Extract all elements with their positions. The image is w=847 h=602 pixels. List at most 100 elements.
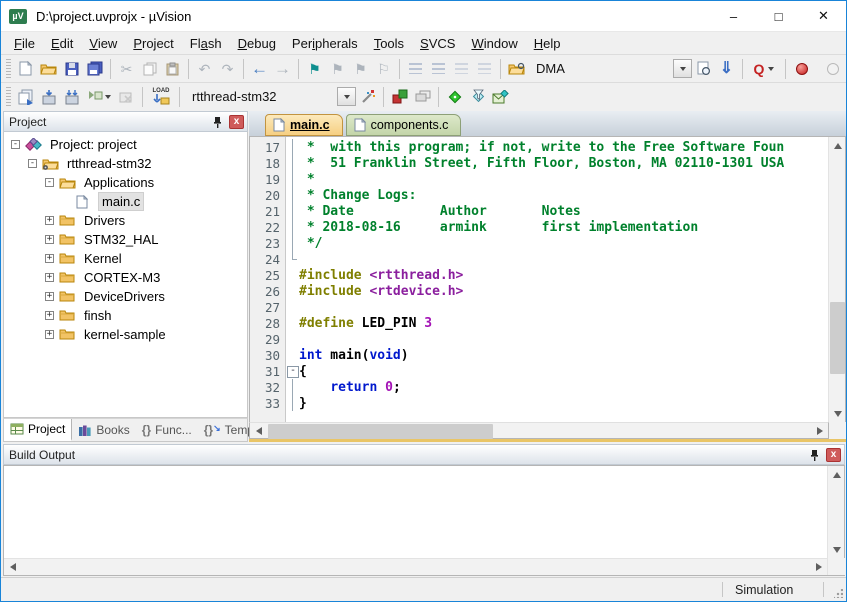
code-line[interactable]: 23 */ bbox=[250, 235, 828, 251]
scroll-left-icon[interactable] bbox=[250, 422, 267, 439]
indent-button[interactable] bbox=[404, 57, 427, 80]
maximize-button[interactable]: □ bbox=[756, 1, 801, 31]
file-extensions-button[interactable] bbox=[411, 85, 434, 108]
expand-icon[interactable]: + bbox=[45, 311, 54, 320]
collapse-icon[interactable]: - bbox=[11, 140, 20, 149]
tree-item-project-project[interactable]: -Project: project bbox=[4, 135, 247, 154]
menu-item-flash[interactable]: Flash bbox=[182, 34, 230, 53]
scroll-down-icon[interactable] bbox=[828, 541, 845, 558]
paste-button[interactable] bbox=[161, 57, 184, 80]
stop-build-button[interactable] bbox=[115, 85, 138, 108]
scroll-right-icon[interactable] bbox=[810, 559, 827, 576]
tree-item-devicedrivers[interactable]: +DeviceDrivers bbox=[4, 287, 247, 306]
menu-item-edit[interactable]: Edit bbox=[43, 34, 81, 53]
code-editor[interactable]: 17 * with this program; if not, write to… bbox=[250, 137, 828, 422]
code-line[interactable]: 33} bbox=[250, 395, 828, 411]
tree-item-applications[interactable]: -Applications bbox=[4, 173, 247, 192]
clear-bookmarks-button[interactable]: ⚐ bbox=[372, 57, 395, 80]
disable-breakpoint-button[interactable] bbox=[821, 57, 844, 80]
menu-item-window[interactable]: Window bbox=[463, 34, 525, 53]
find-in-files-folder-icon[interactable] bbox=[505, 57, 528, 80]
pin-icon[interactable] bbox=[809, 448, 821, 461]
code-line[interactable]: 24 bbox=[250, 251, 828, 267]
build-output-vertical-scrollbar[interactable] bbox=[827, 466, 844, 575]
code-line[interactable]: 22 * 2018-08-16 armink first implementat… bbox=[250, 219, 828, 235]
build-output-close-icon[interactable]: x bbox=[826, 448, 841, 462]
navigate-forward-button[interactable]: → bbox=[271, 57, 294, 80]
minimize-button[interactable]: – bbox=[711, 1, 756, 31]
toggle-bookmark-button[interactable]: ⚑ bbox=[303, 57, 326, 80]
scroll-left-icon[interactable] bbox=[4, 559, 21, 576]
build-button[interactable] bbox=[37, 85, 60, 108]
scroll-right-icon[interactable] bbox=[811, 422, 828, 439]
tree-item-kernel-sample[interactable]: +kernel-sample bbox=[4, 325, 247, 344]
build-output-text-area[interactable] bbox=[4, 466, 827, 558]
scroll-up-icon[interactable] bbox=[828, 466, 845, 483]
scroll-up-icon[interactable] bbox=[829, 137, 846, 154]
build-output-horizontal-scrollbar[interactable] bbox=[4, 558, 827, 575]
prev-bookmark-button[interactable]: ⚑ bbox=[326, 57, 349, 80]
code-line[interactable]: 26#include <rtdevice.h> bbox=[250, 283, 828, 299]
find-text-combo[interactable]: DMA bbox=[528, 58, 692, 80]
panel-tab-books[interactable]: Books bbox=[72, 419, 135, 441]
code-line[interactable]: 28#define LED_PIN 3 bbox=[250, 315, 828, 331]
insert-breakpoint-button[interactable] bbox=[790, 57, 813, 80]
build-output-content[interactable] bbox=[3, 465, 845, 576]
pin-icon[interactable] bbox=[212, 115, 224, 128]
uncomment-button[interactable] bbox=[473, 57, 496, 80]
tree-item-cortex-m3[interactable]: +CORTEX-M3 bbox=[4, 268, 247, 287]
menu-item-debug[interactable]: Debug bbox=[230, 34, 284, 53]
menu-item-help[interactable]: Help bbox=[526, 34, 569, 53]
pack-installer-button[interactable] bbox=[489, 85, 512, 108]
code-line[interactable]: 30int main(void) bbox=[250, 347, 828, 363]
editor-vertical-scrollbar[interactable] bbox=[828, 137, 845, 422]
menu-item-file[interactable]: File bbox=[6, 34, 43, 53]
code-line[interactable]: 19 * bbox=[250, 171, 828, 187]
code-line[interactable]: 20 * Change Logs: bbox=[250, 187, 828, 203]
resize-grip[interactable] bbox=[824, 578, 846, 601]
toolbar-grip[interactable] bbox=[6, 59, 11, 79]
expand-icon[interactable]: + bbox=[45, 292, 54, 301]
expand-icon[interactable]: + bbox=[45, 216, 54, 225]
tree-item-finsh[interactable]: +finsh bbox=[4, 306, 247, 325]
translate-button[interactable] bbox=[14, 85, 37, 108]
options-for-target-button[interactable] bbox=[356, 85, 379, 108]
cut-button[interactable]: ✂ bbox=[115, 57, 138, 80]
code-line[interactable]: 18 * 51 Franklin Street, Fifth Floor, Bo… bbox=[250, 155, 828, 171]
panel-tab-func[interactable]: {}Func... bbox=[136, 419, 198, 441]
undo-button[interactable]: ↶ bbox=[193, 57, 216, 80]
tree-item-kernel[interactable]: +Kernel bbox=[4, 249, 247, 268]
comment-button[interactable] bbox=[450, 57, 473, 80]
tree-item-rtthread-stm32[interactable]: -rtthread-stm32 bbox=[4, 154, 247, 173]
menu-item-svcs[interactable]: SVCS bbox=[412, 34, 463, 53]
code-line[interactable]: 27 bbox=[250, 299, 828, 315]
batch-build-button[interactable] bbox=[83, 85, 115, 108]
find-in-files-button[interactable] bbox=[692, 57, 715, 80]
project-panel-close-icon[interactable]: x bbox=[229, 115, 244, 129]
editor-horizontal-scrollbar[interactable] bbox=[249, 422, 829, 439]
expand-icon[interactable]: + bbox=[45, 330, 54, 339]
navigate-back-button[interactable]: ← bbox=[248, 57, 271, 80]
scroll-down-icon[interactable] bbox=[829, 405, 846, 422]
tree-item-drivers[interactable]: +Drivers bbox=[4, 211, 247, 230]
rebuild-button[interactable] bbox=[60, 85, 83, 108]
code-line[interactable]: 31{ bbox=[250, 363, 828, 379]
save-all-button[interactable] bbox=[83, 57, 106, 80]
menu-item-project[interactable]: Project bbox=[125, 34, 181, 53]
copy-button[interactable] bbox=[138, 57, 161, 80]
save-button[interactable] bbox=[60, 57, 83, 80]
menu-item-tools[interactable]: Tools bbox=[366, 34, 412, 53]
incremental-find-button[interactable]: ⇓ bbox=[715, 57, 738, 80]
manage-project-items-button[interactable] bbox=[388, 85, 411, 108]
editor-hscroll-thumb[interactable] bbox=[268, 424, 493, 439]
editor-tab-main-c[interactable]: main.c bbox=[265, 114, 343, 136]
tree-item-main-c[interactable]: main.c bbox=[4, 192, 247, 211]
menu-item-view[interactable]: View bbox=[81, 34, 125, 53]
manage-rte-button[interactable] bbox=[443, 85, 466, 108]
collapse-icon[interactable]: - bbox=[45, 178, 54, 187]
editor-tab-components-c[interactable]: components.c bbox=[346, 114, 462, 136]
collapse-icon[interactable]: - bbox=[28, 159, 37, 168]
code-line[interactable]: 29 bbox=[250, 331, 828, 347]
panel-tab-project[interactable]: Project bbox=[4, 419, 72, 441]
download-flash-button[interactable]: LOAD bbox=[147, 85, 175, 108]
